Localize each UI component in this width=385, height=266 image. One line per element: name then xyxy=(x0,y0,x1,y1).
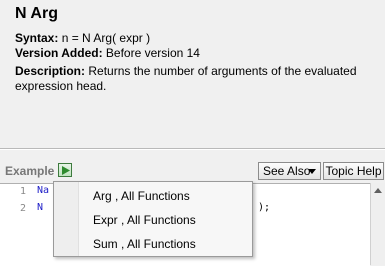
dropdown-arrow-icon xyxy=(308,169,316,174)
scroll-up-arrow-icon[interactable] xyxy=(374,188,382,193)
editor-vertical-scrollbar[interactable] xyxy=(370,183,385,265)
code-line-2-tail: ); xyxy=(258,202,271,213)
description-line: Description: Returns the number of argum… xyxy=(15,63,357,79)
code-line-1: Na xyxy=(37,185,50,196)
description-label: Description: xyxy=(15,64,86,78)
syntax-value: n = N Arg( expr ) xyxy=(61,31,151,45)
line-number-gutter: 1 2 xyxy=(0,184,33,266)
menu-item-sum[interactable]: Sum , All Functions xyxy=(93,236,196,252)
function-title: N Arg xyxy=(15,5,58,22)
example-label: Example xyxy=(5,164,55,178)
code-line-2: N xyxy=(37,202,44,213)
topic-help-button[interactable]: Topic Help xyxy=(323,162,384,180)
version-label: Version Added: xyxy=(15,46,103,60)
see-also-label: See Also xyxy=(263,164,311,178)
help-info-panel: N Arg Syntax: n = N Arg( expr ) Version … xyxy=(0,0,385,148)
syntax-line: Syntax: n = N Arg( expr ) xyxy=(15,30,150,46)
menu-item-arg[interactable]: Arg , All Functions xyxy=(93,188,190,204)
syntax-label: Syntax: xyxy=(15,31,59,45)
version-value: Before version 14 xyxy=(105,46,200,60)
line-number: 1 xyxy=(19,186,26,197)
see-also-menu: Arg , All Functions Expr , All Functions… xyxy=(53,181,253,257)
version-line: Version Added: Before version 14 xyxy=(15,45,200,61)
panel-divider-highlight xyxy=(0,149,385,150)
run-script-icon xyxy=(62,166,70,175)
menu-icon-gutter xyxy=(54,182,79,256)
menu-item-expr[interactable]: Expr , All Functions xyxy=(93,212,196,228)
line-number: 2 xyxy=(19,203,26,214)
see-also-button[interactable]: See Also xyxy=(258,162,321,180)
run-script-button[interactable] xyxy=(58,163,72,177)
description-line-2: expression head. xyxy=(15,79,107,93)
description-text: Returns the number of arguments of the e… xyxy=(88,64,357,78)
